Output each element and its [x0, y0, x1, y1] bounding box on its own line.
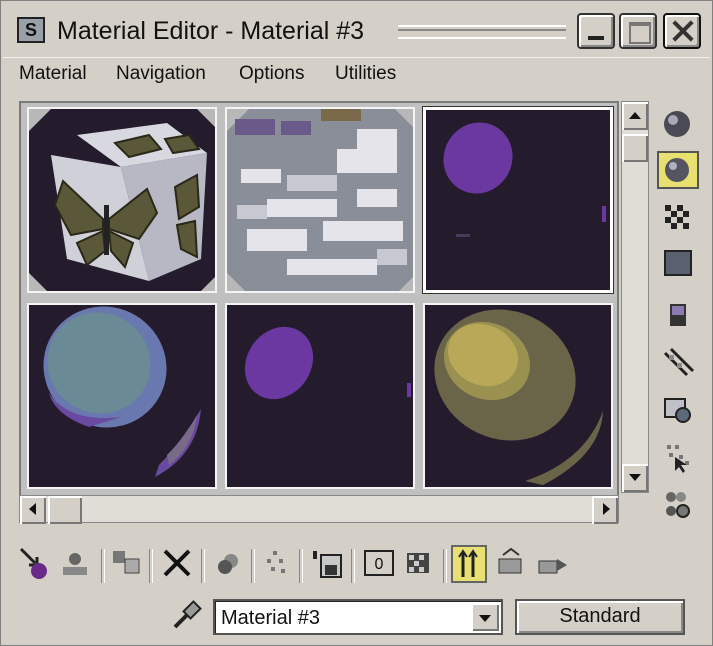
- video-color-check-button[interactable]: [657, 297, 699, 335]
- sample-type-button[interactable]: [657, 105, 699, 143]
- yellow-sphere-preview: [425, 305, 611, 487]
- put-to-library-button[interactable]: [309, 545, 345, 583]
- sample-uv-tiling-button[interactable]: [657, 245, 699, 283]
- go-to-parent-icon: [498, 547, 522, 574]
- background-button[interactable]: [657, 197, 699, 235]
- title-bar[interactable]: S Material Editor - Material #3: [3, 3, 710, 58]
- purple-sphere-preview-2: [227, 305, 413, 487]
- make-unique-button[interactable]: [259, 545, 295, 583]
- purple-sphere-preview: [426, 110, 610, 290]
- app-icon[interactable]: S: [17, 17, 45, 43]
- toolbar-separator: [351, 549, 355, 583]
- bottom-toolbar: 0: [15, 545, 695, 589]
- toolbar-separator: [251, 549, 255, 583]
- sample-slot-4[interactable]: [27, 303, 217, 489]
- menu-utilities[interactable]: Utilities: [335, 63, 396, 85]
- material-map-navigator-button[interactable]: [657, 485, 699, 523]
- horizontal-scroll-thumb[interactable]: [48, 496, 82, 524]
- assign-to-selection-button[interactable]: [109, 545, 145, 583]
- go-forward-to-sibling-icon: [538, 559, 567, 574]
- go-forward-to-sibling-button[interactable]: [535, 545, 571, 583]
- arrow-right-icon: [603, 503, 610, 515]
- scroll-left-button[interactable]: [20, 496, 46, 524]
- toolbar-separator: [149, 549, 153, 583]
- options-button[interactable]: [657, 391, 699, 429]
- select-by-material-icon: [667, 445, 689, 473]
- go-to-parent-button[interactable]: [493, 545, 529, 583]
- sample-slot-grid: [19, 101, 619, 497]
- sample-slot-2[interactable]: [225, 107, 415, 293]
- eyedropper-icon: [173, 600, 202, 629]
- horizontal-scrollbar[interactable]: [19, 495, 619, 524]
- sample-type-sphere-icon: [664, 111, 690, 137]
- material-effects-channel-button[interactable]: 0: [361, 545, 397, 583]
- sample-uv-tiling-icon: [664, 250, 692, 276]
- show-map-in-viewport-icon: [407, 553, 429, 573]
- sample-slot-6[interactable]: [423, 303, 613, 489]
- make-preview-button[interactable]: [657, 341, 699, 379]
- toolbar-separator: [101, 549, 105, 583]
- sample-slot-3[interactable]: [422, 106, 614, 294]
- minimize-button[interactable]: [577, 13, 615, 49]
- put-to-scene-button[interactable]: [57, 545, 93, 583]
- cloud-sphere-preview: [227, 109, 413, 291]
- options-icon: [664, 398, 691, 423]
- get-material-button[interactable]: [17, 545, 53, 583]
- title-bar-grip: [398, 25, 566, 39]
- material-name-value: Material #3: [221, 607, 320, 629]
- toolbar-separator: [201, 549, 205, 583]
- make-unique-icon: [267, 551, 285, 573]
- show-map-in-viewport-button[interactable]: [401, 545, 437, 583]
- sample-slot-5[interactable]: [225, 303, 415, 489]
- chevron-down-icon: [479, 615, 491, 622]
- arrow-up-icon: [629, 112, 641, 119]
- material-map-navigator-icon: [666, 492, 690, 518]
- material-type-button[interactable]: Standard: [515, 599, 685, 635]
- scroll-up-button[interactable]: [622, 102, 648, 130]
- scroll-down-button[interactable]: [622, 464, 648, 492]
- vertical-scrollbar[interactable]: [621, 101, 649, 493]
- video-color-check-icon: [670, 304, 686, 326]
- scroll-thumb[interactable]: [622, 134, 648, 162]
- material-editor-window: S Material Editor - Material #3 Material…: [0, 0, 713, 646]
- put-to-scene-icon: [63, 553, 87, 575]
- menu-material[interactable]: Material: [19, 63, 87, 85]
- maximize-button[interactable]: [619, 13, 657, 49]
- sample-slot-1[interactable]: [27, 107, 217, 293]
- assign-to-selection-icon: [113, 551, 140, 574]
- toolbar-separator: [443, 549, 447, 583]
- get-material-icon: [19, 547, 47, 579]
- make-copy-button[interactable]: [211, 545, 247, 583]
- material-effects-channel-icon: 0: [364, 550, 394, 576]
- show-end-result-button[interactable]: [451, 545, 487, 583]
- arrow-left-icon: [29, 503, 36, 515]
- arrow-down-icon: [629, 474, 641, 481]
- make-copy-icon: [218, 554, 238, 574]
- pick-material-from-object-button[interactable]: [169, 599, 205, 633]
- material-name-dropdown[interactable]: Material #3: [213, 599, 503, 635]
- put-to-library-icon: [313, 551, 342, 578]
- window-title: Material Editor - Material #3: [57, 17, 365, 45]
- reset-map-icon: [163, 549, 191, 577]
- effects-channel-value: 0: [375, 556, 384, 573]
- show-end-result-icon: [458, 549, 478, 577]
- butterfly-cube-preview: [29, 109, 215, 291]
- close-button[interactable]: [663, 13, 701, 49]
- select-by-material-button[interactable]: [657, 437, 699, 475]
- scroll-right-button[interactable]: [592, 496, 618, 524]
- menu-options[interactable]: Options: [239, 63, 304, 85]
- dropdown-arrow-button[interactable]: [471, 603, 499, 631]
- make-preview-icon: [663, 347, 695, 377]
- backlight-icon: [665, 158, 689, 182]
- backlight-button[interactable]: [657, 151, 699, 189]
- reset-map-button[interactable]: [159, 545, 195, 583]
- toolbar-separator: [299, 549, 303, 583]
- menu-navigation[interactable]: Navigation: [116, 63, 206, 85]
- background-checker-icon: [665, 205, 689, 229]
- blue-gray-sphere-preview: [29, 305, 215, 487]
